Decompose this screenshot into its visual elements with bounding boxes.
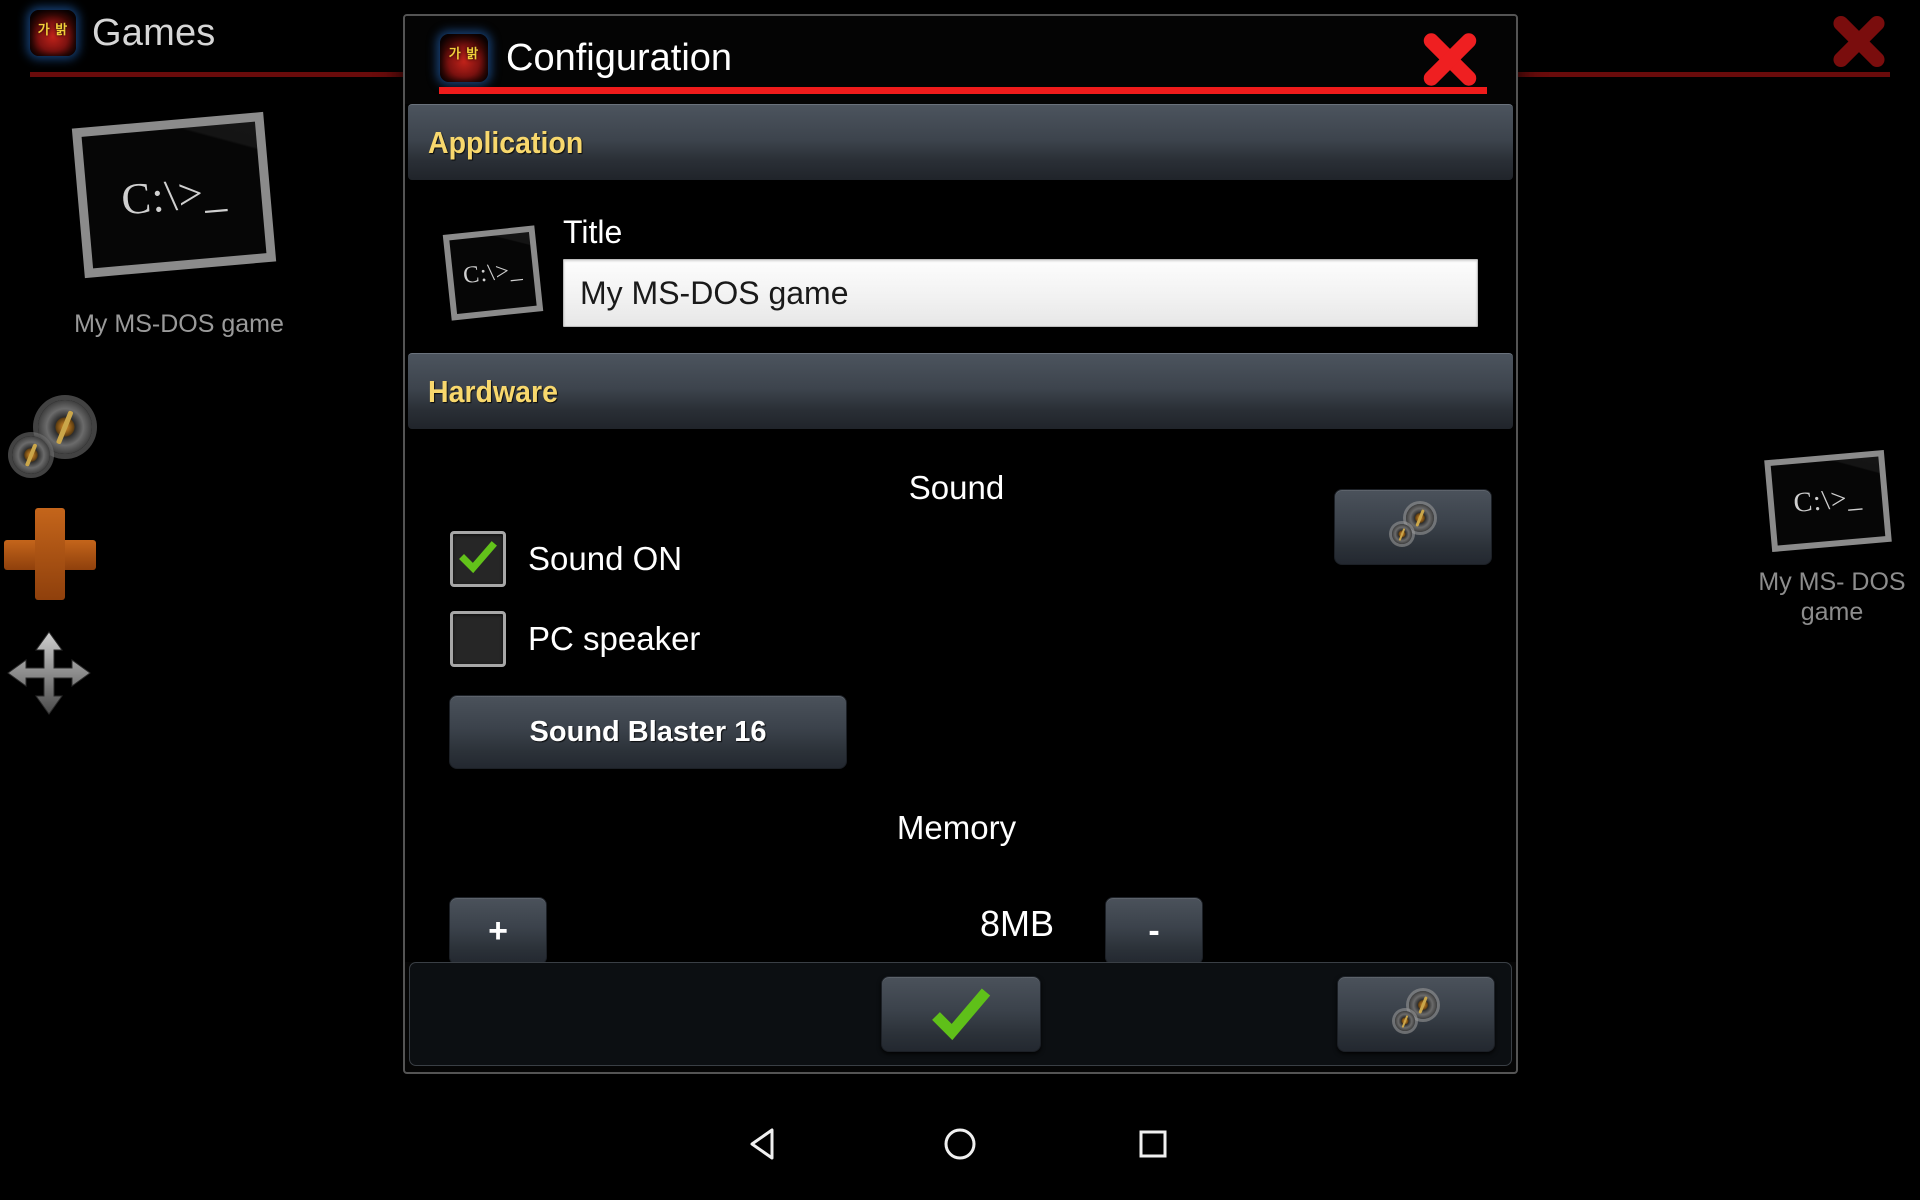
add-plus-icon[interactable] [4, 508, 96, 600]
settings-gears-icon[interactable] [8, 398, 100, 490]
sound-settings-button[interactable] [1334, 489, 1492, 565]
memory-decrease-button[interactable]: - [1105, 897, 1203, 962]
check-icon [931, 988, 990, 1041]
pc-speaker-label: PC speaker [528, 620, 701, 657]
gear-small [1392, 524, 1412, 544]
launcher-item-label: My MS-DOS game [74, 310, 284, 338]
screen-root: Games C:\>_ My MS-DOS game C:\>_ My MS- … [0, 0, 1920, 1200]
app-orb-icon [440, 34, 488, 82]
nav-home-button[interactable] [900, 1088, 1020, 1200]
tile-prompt-text: C:\>_ [461, 256, 525, 289]
title-field-label: Title [563, 214, 623, 250]
memory-value: 8MB [980, 903, 1055, 944]
nav-recents-button[interactable] [1093, 1088, 1213, 1200]
section-header-hardware: Hardware [408, 353, 1513, 429]
check-icon [459, 541, 497, 574]
plus-vertical [35, 508, 65, 600]
gears-icon [1393, 991, 1439, 1037]
configuration-dialog: Configuration Application C:\>_ [403, 14, 1518, 1074]
gear-small [12, 436, 50, 474]
nav-back-button[interactable] [705, 1088, 825, 1200]
footer-settings-button[interactable] [1337, 976, 1495, 1052]
back-triangle-icon [750, 1128, 774, 1160]
tile-prompt-text: C:\>_ [1792, 482, 1864, 519]
sound-on-checkbox[interactable] [450, 531, 506, 587]
ms-dos-prompt-icon: C:\>_ [442, 225, 544, 321]
home-circle-icon [944, 1128, 976, 1160]
dialog-title-underline [439, 87, 1487, 94]
checkbox-row-pc-speaker[interactable]: PC speaker [405, 611, 1516, 667]
hardware-area: Sound Sound ON PC speaker Sound Blaster … [405, 429, 1516, 962]
dialog-title: Configuration [506, 36, 733, 79]
launcher-header: Games [30, 10, 215, 56]
sound-card-button[interactable]: Sound Blaster 16 [449, 695, 847, 769]
dialog-footer [409, 962, 1512, 1066]
launcher-item-right[interactable]: C:\>_ My MS- DOS game [1758, 449, 1906, 626]
memory-group-label: Memory [896, 809, 1017, 846]
launcher-title: Games [92, 11, 216, 54]
sound-on-label: Sound ON [528, 540, 683, 577]
launcher-close-button[interactable] [1826, 12, 1892, 71]
dialog-header: Configuration [405, 16, 1516, 104]
title-field-column: Title [563, 214, 1516, 327]
application-row: C:\>_ Title [405, 180, 1516, 353]
move-arrows-icon[interactable] [6, 630, 92, 716]
title-input[interactable] [563, 259, 1478, 327]
memory-row: + 8MB - [405, 857, 1516, 962]
application-icon-wrap[interactable]: C:\>_ [441, 214, 563, 321]
recents-square-icon [1139, 1130, 1167, 1158]
section-label-hardware: Hardware [428, 373, 558, 409]
tile-prompt-text: C:\>_ [119, 165, 229, 225]
section-label-application: Application [428, 124, 584, 160]
dialog-close-button[interactable] [1416, 30, 1484, 89]
launcher-item-label: My MS- DOS game [1758, 568, 1906, 626]
app-orb-icon [30, 10, 76, 56]
launcher-item-left[interactable]: C:\>_ My MS-DOS game [71, 111, 284, 338]
android-navigation-bar [0, 1088, 1920, 1200]
gears-icon [1390, 504, 1436, 550]
ms-dos-prompt-icon: C:\>_ [71, 111, 277, 279]
pc-speaker-checkbox[interactable] [450, 611, 506, 667]
dialog-scroll-body[interactable]: Application C:\>_ Title Hardware [405, 104, 1516, 962]
gear-small [1395, 1011, 1415, 1031]
dialog-title-row: Configuration [440, 34, 732, 82]
section-header-application: Application [408, 104, 1513, 180]
memory-increase-button[interactable]: + [449, 897, 547, 962]
ms-dos-prompt-icon: C:\>_ [1764, 449, 1892, 553]
confirm-button[interactable] [880, 976, 1041, 1052]
